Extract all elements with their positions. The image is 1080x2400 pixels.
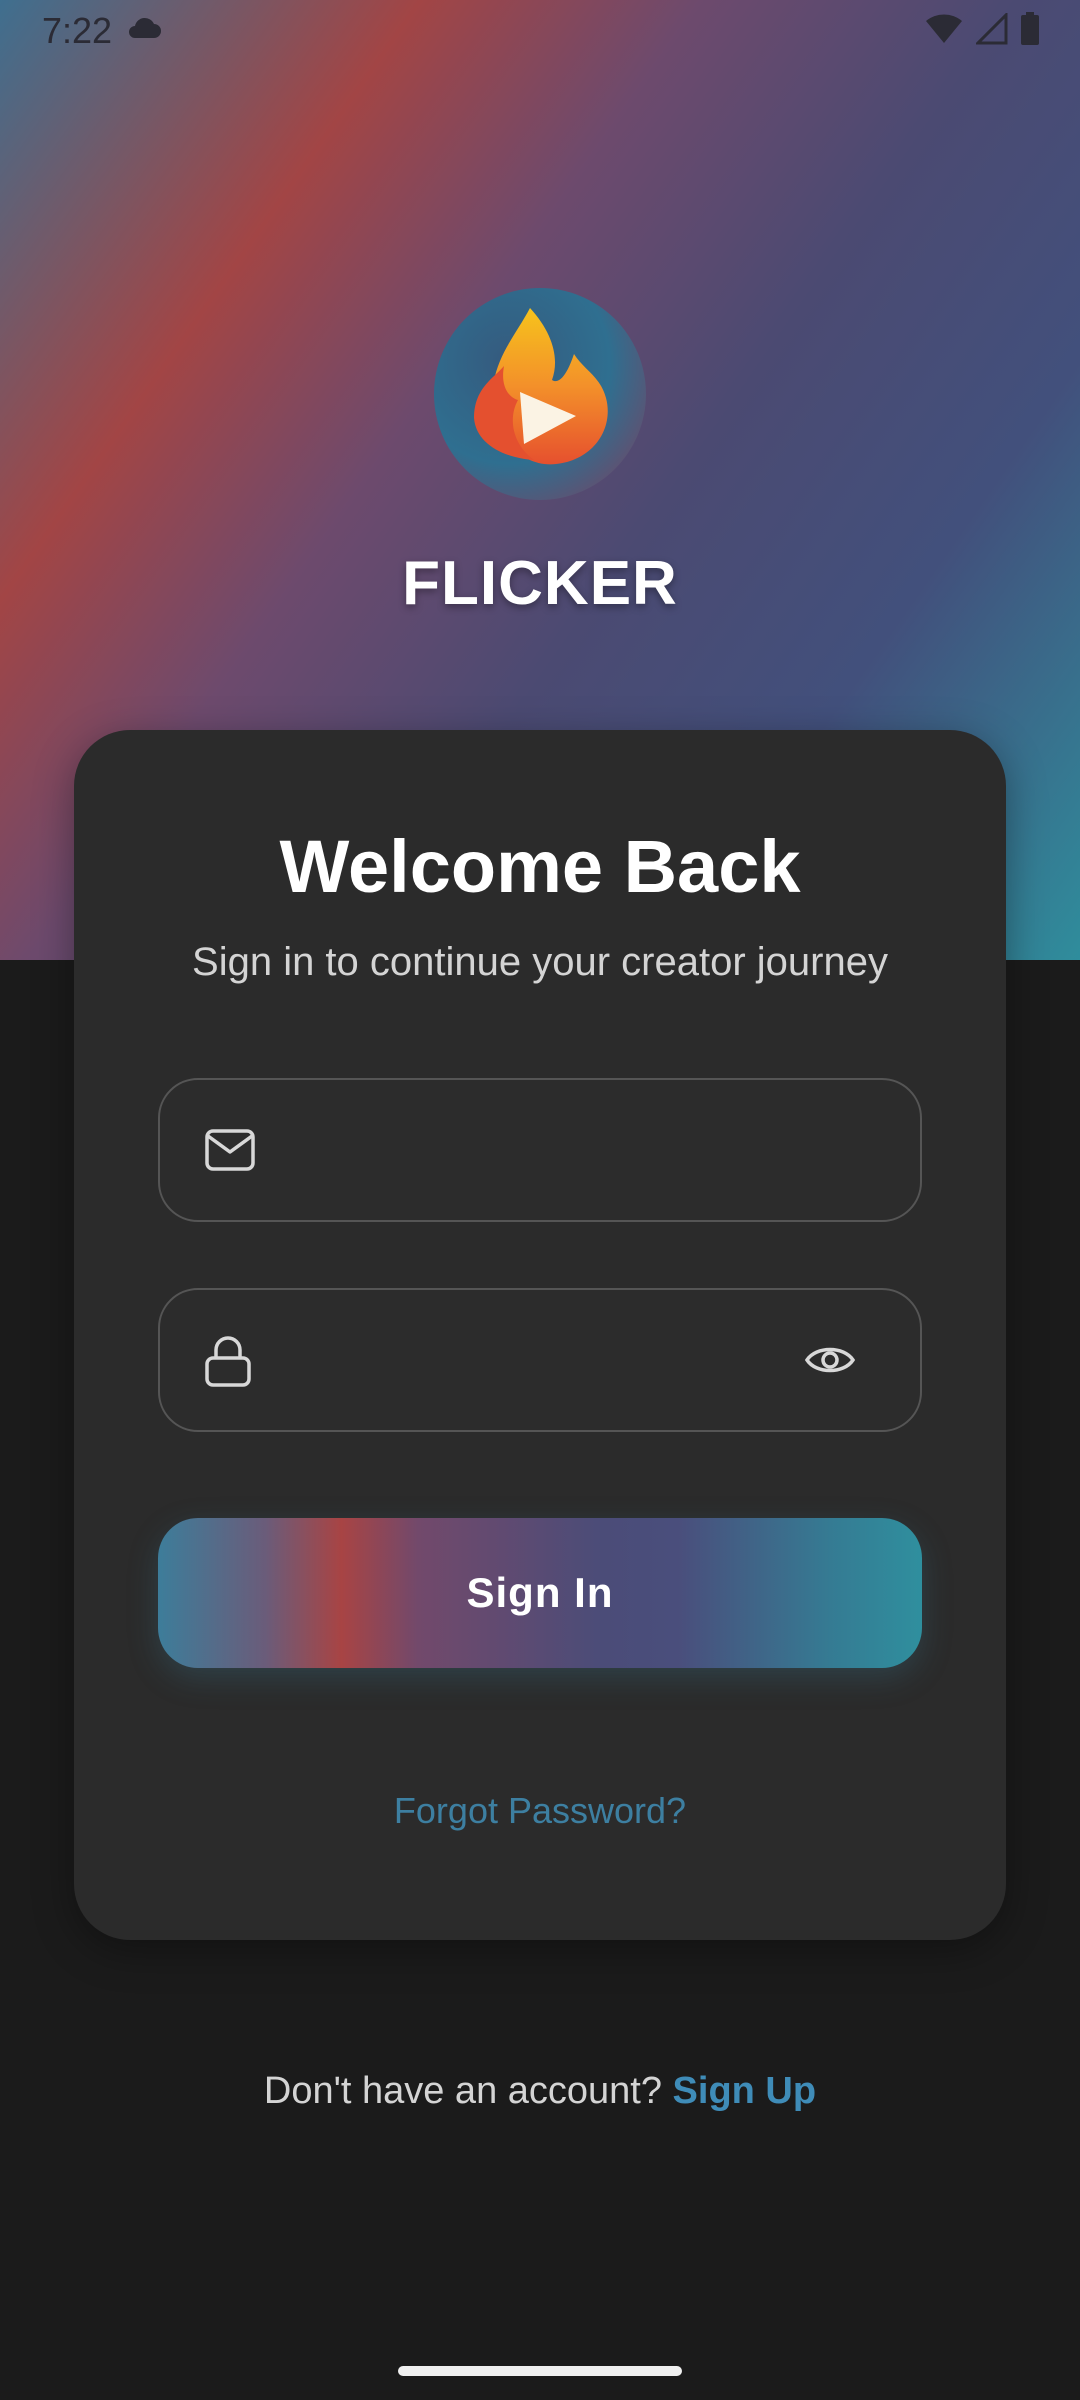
sign-up-prompt-text: Don't have an account? [263, 2070, 673, 2112]
cellular-signal-icon [974, 11, 1008, 50]
email-input[interactable] [310, 1110, 784, 1192]
welcome-subtitle: Sign in to continue your creator journey [192, 940, 888, 984]
home-indicator[interactable] [398, 2366, 682, 2376]
wifi-icon [924, 13, 964, 50]
email-field[interactable] [158, 1078, 922, 1222]
welcome-title: Welcome Back [279, 825, 801, 908]
password-field[interactable] [158, 1288, 922, 1432]
cloud-icon [126, 16, 162, 45]
status-bar: 7:22 [0, 0, 1080, 60]
sign-up-prompt: Don't have an account? Sign Up [0, 2070, 1080, 2113]
status-time: 7:22 [42, 10, 113, 51]
password-input[interactable] [310, 1320, 784, 1402]
app-logo [434, 288, 646, 500]
eye-icon[interactable] [804, 1340, 856, 1385]
status-icons [924, 11, 1040, 51]
sign-in-button[interactable]: Sign In [158, 1518, 922, 1668]
lock-icon [204, 1336, 252, 1393]
forgot-password-link[interactable]: Forgot Password? [74, 1790, 1006, 1832]
mail-icon [204, 1128, 256, 1177]
app-name: FLICKER [402, 549, 678, 618]
sign-up-link[interactable]: Sign Up [673, 2070, 817, 2112]
sign-in-card: Welcome Back Sign in to continue your cr… [74, 730, 1006, 1940]
battery-icon [1020, 12, 1040, 51]
